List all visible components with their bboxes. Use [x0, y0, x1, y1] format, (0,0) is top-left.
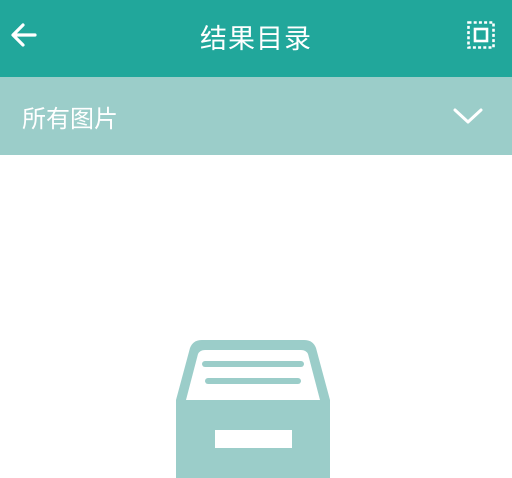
select-all-icon [467, 21, 495, 49]
empty-archive-box-icon [176, 340, 330, 478]
select-all-button[interactable] [463, 17, 499, 53]
chevron-down-icon [453, 108, 483, 124]
filter-dropdown-button[interactable] [448, 98, 488, 134]
filter-selected-label: 所有图片 [22, 104, 118, 133]
filter-bar[interactable]: 所有图片 [0, 77, 512, 155]
app-header: 结果目录 [0, 0, 512, 77]
page-title: 结果目录 [200, 24, 312, 55]
